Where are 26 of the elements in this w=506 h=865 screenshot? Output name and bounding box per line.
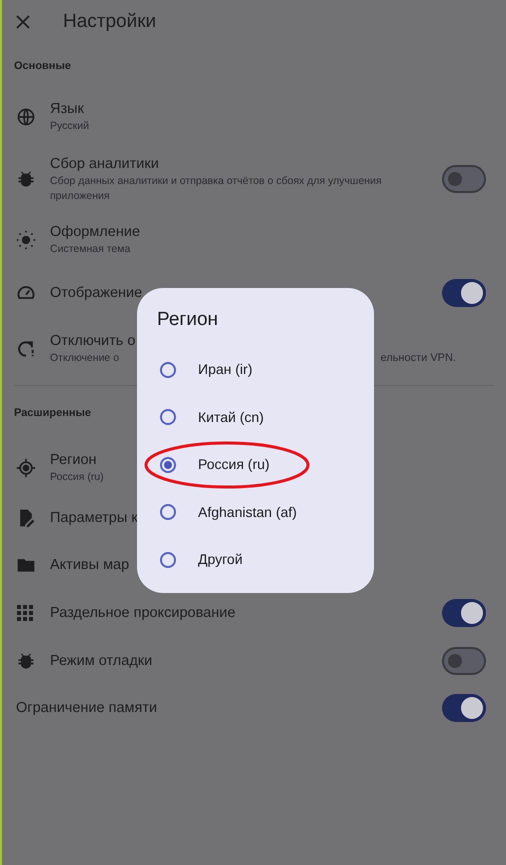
item-subtitle: Системная тема [50,242,130,257]
item-subtitle: Сбор данных аналитики и отправка отчётов о сбоях для улучшения приложения [50,174,383,204]
item-title: Оформление [50,223,140,242]
item-title: Ограничение памяти [16,698,158,718]
item-title: Режим отладки [50,652,152,670]
item-title: Регион [50,450,97,470]
item-title: Язык [50,100,84,119]
option-label: Россия (ru) [198,455,270,474]
option-label: Иран (ir) [198,360,252,380]
item-subtitle: Россия (ru) [50,470,104,484]
section-header: Расширенные [14,406,91,421]
item-title: Отображение [50,284,142,302]
item-title: Раздельное проксирование [50,604,236,622]
option-label: Китай (cn) [198,408,264,427]
option-label: Afghanistan (af) [198,502,297,522]
section-header: Основные [14,58,71,74]
item-title: Параметры к [50,508,138,528]
item-title: Сбор аналитики [50,154,159,174]
item-title: Активы мар [50,556,130,574]
option-label: Другой [198,550,243,570]
item-title: Отключить о [50,332,136,351]
dialog-title: Регион [157,308,220,332]
item-subtitle: ельности VPN. [380,351,456,366]
item-subtitle: Отключение о [50,351,120,366]
page-title: Настройки [63,10,156,34]
item-subtitle: Русский [50,119,89,134]
